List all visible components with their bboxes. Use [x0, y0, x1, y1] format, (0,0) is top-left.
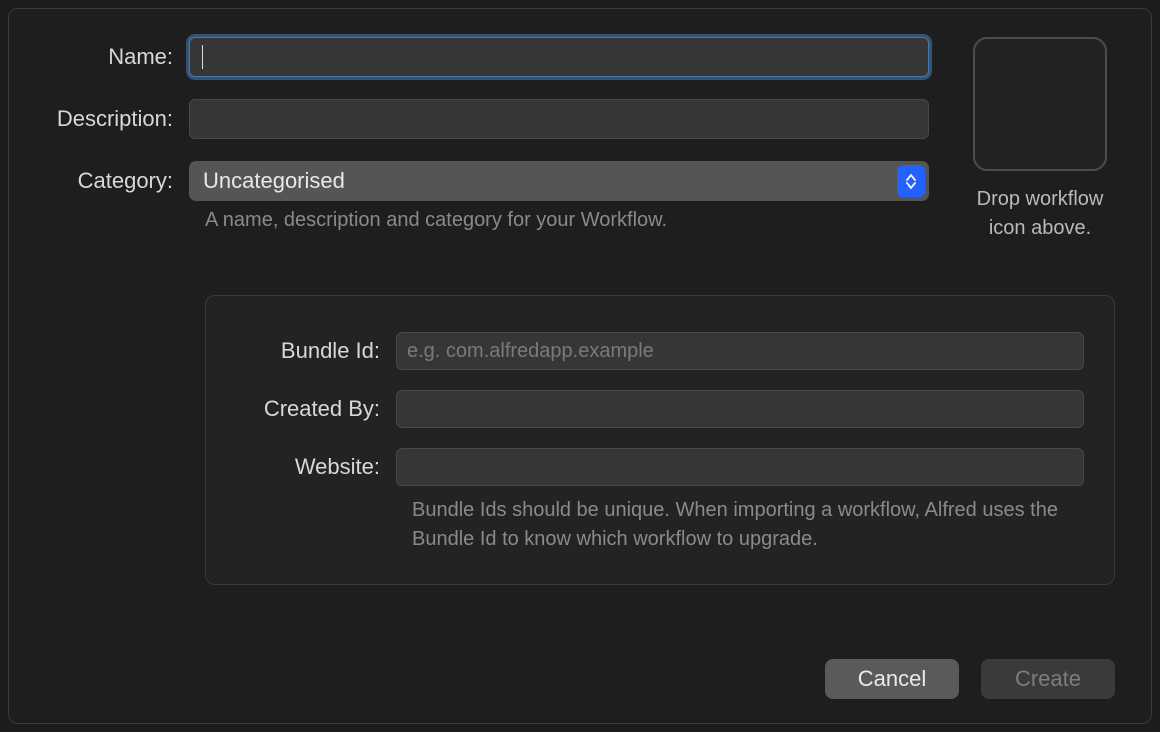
top-helper-text: A name, description and category for you… [205, 209, 929, 232]
description-row: Description: [45, 99, 929, 139]
category-select-value: Uncategorised [203, 168, 345, 194]
created-by-row: Created By: [236, 390, 1084, 428]
button-bar: Cancel Create [825, 659, 1115, 699]
created-by-input[interactable] [396, 390, 1084, 428]
bundle-id-input[interactable] [396, 332, 1084, 370]
create-button[interactable]: Create [981, 659, 1115, 699]
category-label: Category: [45, 168, 189, 194]
icon-drop-caption: Drop workflow icon above. [977, 185, 1104, 243]
bundle-id-row: Bundle Id: [236, 332, 1084, 370]
icon-drop-column: Drop workflow icon above. [965, 37, 1115, 243]
text-caret-icon [202, 45, 203, 69]
icon-drop-zone[interactable] [973, 37, 1107, 171]
description-input[interactable] [189, 99, 929, 139]
name-label: Name: [45, 44, 189, 70]
workflow-create-dialog: Name: Description: Category: Uncategoris… [8, 8, 1152, 724]
primary-form: Name: Description: Category: Uncategoris… [45, 37, 929, 232]
category-select[interactable]: Uncategorised [189, 161, 929, 201]
website-label: Website: [236, 454, 396, 480]
bottom-helper-text: Bundle Ids should be unique. When import… [412, 496, 1084, 554]
name-row: Name: [45, 37, 929, 77]
name-input[interactable] [189, 37, 929, 77]
cancel-button[interactable]: Cancel [825, 659, 959, 699]
metadata-panel: Bundle Id: Created By: Website: Bundle I… [205, 295, 1115, 585]
created-by-label: Created By: [236, 396, 396, 422]
category-row: Category: Uncategorised [45, 161, 929, 201]
website-input[interactable] [396, 448, 1084, 486]
description-label: Description: [45, 106, 189, 132]
bundle-id-label: Bundle Id: [236, 338, 396, 364]
top-section: Name: Description: Category: Uncategoris… [45, 37, 1115, 243]
chevron-up-down-icon [897, 165, 925, 197]
website-row: Website: [236, 448, 1084, 486]
